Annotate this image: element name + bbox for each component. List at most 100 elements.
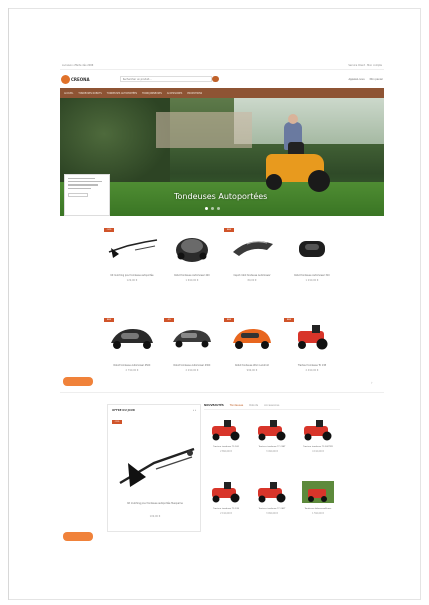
hero-info-card xyxy=(64,174,110,216)
hero-card-line xyxy=(68,178,95,180)
topbar-right-links[interactable]: Service Client · Mon compte xyxy=(348,64,382,67)
product-price: 1 690,00 € xyxy=(185,279,199,282)
nav-item-promotions[interactable]: PROMOTIONS xyxy=(187,92,202,95)
page-edge xyxy=(8,8,9,600)
product-image[interactable] xyxy=(224,228,280,268)
robot-mower-image xyxy=(111,329,153,349)
nav-item-ride-on[interactable]: TONDEUSES AUTOPORTÉES xyxy=(107,92,137,95)
nav-item-chainsaws[interactable]: TRONÇONNEUSES xyxy=(142,92,162,95)
scroll-arrow-icon[interactable]: › xyxy=(371,380,373,385)
hero-mower-wheel xyxy=(266,174,282,190)
featured-offer[interactable]: OFFRE DU JOUR ‹ › -15% xyxy=(107,404,201,532)
robot-mower-image xyxy=(299,241,325,257)
product-name[interactable]: Robot tondeuse Automower 430X xyxy=(164,364,220,367)
tractor-mower-image xyxy=(304,420,332,441)
promo-button[interactable] xyxy=(63,532,93,541)
robot-mower-image xyxy=(176,238,208,262)
tab-robots[interactable]: Robots xyxy=(249,404,258,407)
product-name[interactable]: Tracteur tondeuse TC 238T xyxy=(250,446,294,449)
search-icon[interactable] xyxy=(211,76,219,82)
featured-product-name[interactable]: Kit mulching pour tondeuse autoportée Hu… xyxy=(110,502,200,505)
product-name[interactable]: Tracteur tondeuse TC 138 xyxy=(284,364,340,367)
robot-mower-image xyxy=(173,330,211,348)
tractor-mower-image xyxy=(258,482,286,503)
product-image[interactable] xyxy=(296,418,340,442)
product-price: 1 590,00 € xyxy=(312,511,324,515)
product-name[interactable]: Tracteur tondeuse TS 242TXD xyxy=(296,446,340,449)
featured-header: OFFRE DU JOUR ‹ › xyxy=(112,409,196,412)
search-input[interactable] xyxy=(119,76,212,82)
product-name[interactable]: Tracteur tondeuse TS 142 xyxy=(204,446,248,449)
product-badge: NEW xyxy=(284,318,294,322)
product-name[interactable]: Tracteur tondeuse TC 242T xyxy=(250,508,294,511)
hero-slider-dots xyxy=(205,207,220,210)
tractor-mower-image xyxy=(258,420,286,441)
product-name[interactable]: Tondeuse débroussailleuse xyxy=(296,508,340,511)
product-price: 999,00 € xyxy=(246,369,258,372)
product-price: 2 190,00 € xyxy=(220,511,232,515)
product-name[interactable]: Kit mulching pour tondeuse autoportée xyxy=(104,274,160,277)
slider-dot[interactable] xyxy=(211,207,214,210)
product-image[interactable] xyxy=(164,228,220,268)
product-price: 2 290,00 € xyxy=(185,369,199,372)
product-image[interactable] xyxy=(204,480,248,504)
section-divider xyxy=(60,392,384,393)
cart-link[interactable]: Mon panier xyxy=(370,78,383,81)
product-badge: NEW xyxy=(104,318,114,322)
product-image[interactable] xyxy=(250,418,294,442)
nav-item-home[interactable]: ACCUEIL xyxy=(64,92,73,95)
new-product-card[interactable]: Tracteur tondeuse TS 242TXD 4 190,00 € xyxy=(296,418,340,474)
featured-nav-arrows[interactable]: ‹ › xyxy=(193,409,196,412)
hero-sky xyxy=(234,98,384,144)
product-image[interactable] xyxy=(164,318,220,358)
product-image[interactable] xyxy=(250,480,294,504)
product-name[interactable]: Robot tondeuse Worx Landroid xyxy=(224,364,280,367)
new-product-card[interactable]: Tracteur tondeuse TC 238T 3 490,00 € xyxy=(250,418,294,474)
product-name[interactable]: Robot tondeuse Automower 310 xyxy=(284,274,340,277)
new-products-section: NOUVEAUTÉS Tondeuses Robots Accessoires … xyxy=(204,404,340,536)
product-name[interactable]: Robot tondeuse Automower 450X xyxy=(104,364,160,367)
product-image[interactable] xyxy=(224,318,280,358)
product-price: 3 490,00 € xyxy=(266,449,278,453)
new-product-card[interactable]: Tracteur tondeuse TS 138 2 190,00 € xyxy=(204,480,248,536)
tab-mowers[interactable]: Tondeuses xyxy=(230,404,244,407)
slider-dot[interactable] xyxy=(217,207,220,210)
product-image[interactable] xyxy=(204,418,248,442)
logo[interactable]: CREONA xyxy=(61,74,90,84)
product-image[interactable] xyxy=(104,228,160,268)
product-badge: -10% xyxy=(104,228,114,232)
product-card[interactable]: NEW Robot tondeuse Automower 450X 2 790,… xyxy=(104,318,160,390)
product-price: 1 290,00 € xyxy=(305,279,319,282)
featured-image[interactable] xyxy=(116,433,198,493)
product-name[interactable]: Robot tondeuse Automower 420 xyxy=(164,274,220,277)
product-name[interactable]: Tracteur tondeuse TS 138 xyxy=(204,508,248,511)
tab-accessories[interactable]: Accessoires xyxy=(264,404,279,407)
new-product-card[interactable]: Tondeuse débroussailleuse 1 590,00 € xyxy=(296,480,340,536)
hero-title: Tondeuses Autoportées xyxy=(174,192,268,201)
nav-item-robots[interactable]: TONDEUSES ROBOTS xyxy=(78,92,101,95)
product-card[interactable]: -10% Kit mulching pour tondeuse autoport… xyxy=(104,228,160,300)
product-image[interactable] xyxy=(284,228,340,268)
product-card[interactable]: Robot tondeuse Automower 420 1 690,00 € xyxy=(164,228,220,300)
header-actions: Appelez-nous Mon panier xyxy=(348,78,383,81)
phone-link[interactable]: Appelez-nous xyxy=(348,78,364,81)
product-grid-section: -10% Kit mulching pour tondeuse autoport… xyxy=(104,228,342,390)
product-card[interactable]: NEW Capot robot tondeuse Automower 89,00… xyxy=(224,228,280,300)
product-image[interactable] xyxy=(296,480,340,504)
product-name[interactable]: Capot robot tondeuse Automower xyxy=(224,274,280,277)
product-image[interactable] xyxy=(284,318,340,358)
hero-card-line xyxy=(68,181,103,183)
product-image[interactable] xyxy=(104,318,160,358)
product-card[interactable]: NEW Tracteur tondeuse TC 138 2 490,00 € xyxy=(284,318,340,390)
promo-button[interactable] xyxy=(63,377,93,386)
nav-item-accessories[interactable]: ACCESSOIRES xyxy=(167,92,182,95)
new-product-card[interactable]: Tracteur tondeuse TS 142 2 890,00 € xyxy=(204,418,248,474)
hero-card-button[interactable] xyxy=(68,192,88,197)
product-card[interactable]: Robot tondeuse Automower 310 1 290,00 € xyxy=(284,228,340,300)
product-card[interactable]: NEW Robot tondeuse Worx Landroid 999,00 … xyxy=(224,318,280,390)
product-card[interactable]: -5% Robot tondeuse Automower 430X 2 290,… xyxy=(164,318,220,390)
logo-text: CREONA xyxy=(71,76,90,82)
tractor-mower-image xyxy=(212,482,240,503)
new-product-card[interactable]: Tracteur tondeuse TC 242T 3 990,00 € xyxy=(250,480,294,536)
slider-dot[interactable] xyxy=(205,207,208,210)
